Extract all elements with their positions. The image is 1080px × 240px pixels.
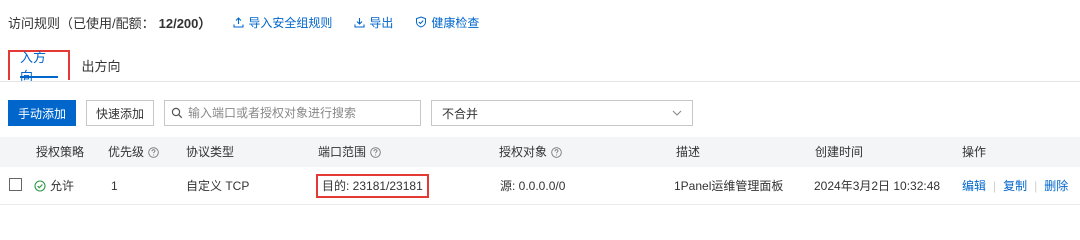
shield-check-icon — [416, 16, 427, 28]
port-range-cell: 目的: 23181/23181 — [316, 171, 429, 201]
policy-cell: 允许 — [34, 171, 74, 201]
protocol-value: 自定义 TCP — [186, 179, 250, 193]
column-header-actions: 操作 — [962, 145, 987, 159]
row-checkbox[interactable] — [9, 178, 22, 191]
delete-link[interactable]: 删除 — [1044, 171, 1068, 201]
actions-cell: 编辑 | 复制 | 删除 — [962, 171, 1068, 201]
search-input[interactable] — [188, 106, 408, 120]
policy-value: 允许 — [50, 179, 75, 193]
check-circle-icon — [34, 180, 46, 192]
help-icon[interactable] — [551, 146, 562, 158]
manual-add-button[interactable]: 手动添加 — [8, 100, 76, 126]
column-header-priority: 优先级 — [108, 137, 159, 167]
direction-tabs: 入方向 出方向 — [8, 50, 132, 84]
port-range-value: 目的: 23181/23181 — [316, 174, 429, 198]
rules-quota-count: 12/200） — [158, 15, 212, 31]
help-icon[interactable] — [148, 146, 159, 158]
tab-outbound[interactable]: 出方向 — [70, 50, 132, 80]
column-header-source-label: 授权对象 — [499, 145, 548, 159]
column-header-policy: 授权策略 — [36, 145, 85, 159]
rules-header: 访问规则（已使用/配额： 12/200） 导入安全组规则 导出 健康检查 — [8, 10, 479, 34]
import-rules-label: 导入安全组规则 — [248, 15, 333, 30]
quick-add-button[interactable]: 快速添加 — [86, 100, 154, 126]
chevron-down-icon — [672, 110, 682, 116]
row-divider — [0, 204, 1080, 205]
column-header-port-range: 端口范围 — [318, 137, 381, 167]
export-label: 导出 — [369, 15, 394, 30]
search-box — [164, 100, 421, 126]
edit-link[interactable]: 编辑 — [962, 171, 986, 201]
rules-title: 访问规则（已使用/配额： 12/200） — [8, 13, 211, 32]
upload-icon — [233, 16, 244, 28]
download-icon — [354, 17, 365, 28]
health-check-label: 健康检查 — [431, 15, 480, 30]
created-time-value: 2024年3月2日 10:32:48 — [814, 179, 941, 193]
priority-value: 1 — [111, 179, 118, 193]
action-divider: | — [1034, 179, 1038, 193]
tab-inbound[interactable]: 入方向 — [8, 50, 70, 84]
help-icon[interactable] — [370, 146, 381, 158]
import-rules-link[interactable]: 导入安全组规则 — [233, 14, 332, 31]
column-header-description: 描述 — [676, 145, 701, 159]
health-check-link[interactable]: 健康检查 — [415, 14, 479, 31]
copy-link[interactable]: 复制 — [1003, 171, 1027, 201]
column-header-protocol: 协议类型 — [186, 145, 235, 159]
source-value: 源: 0.0.0.0/0 — [500, 179, 566, 193]
rules-title-label: 访问规则（已使用/配额： — [8, 15, 155, 31]
column-header-source: 授权对象 — [499, 137, 562, 167]
column-header-created: 创建时间 — [815, 145, 864, 159]
tabs-divider — [0, 81, 1080, 82]
column-header-priority-label: 优先级 — [108, 145, 145, 159]
merge-select-value: 不合并 — [442, 106, 479, 121]
search-icon — [171, 107, 183, 119]
export-link[interactable]: 导出 — [354, 14, 393, 31]
action-divider: | — [993, 179, 997, 193]
merge-select[interactable]: 不合并 — [431, 100, 693, 126]
description-value: 1Panel运维管理面板 — [674, 179, 784, 193]
column-header-port-range-label: 端口范围 — [318, 145, 367, 159]
